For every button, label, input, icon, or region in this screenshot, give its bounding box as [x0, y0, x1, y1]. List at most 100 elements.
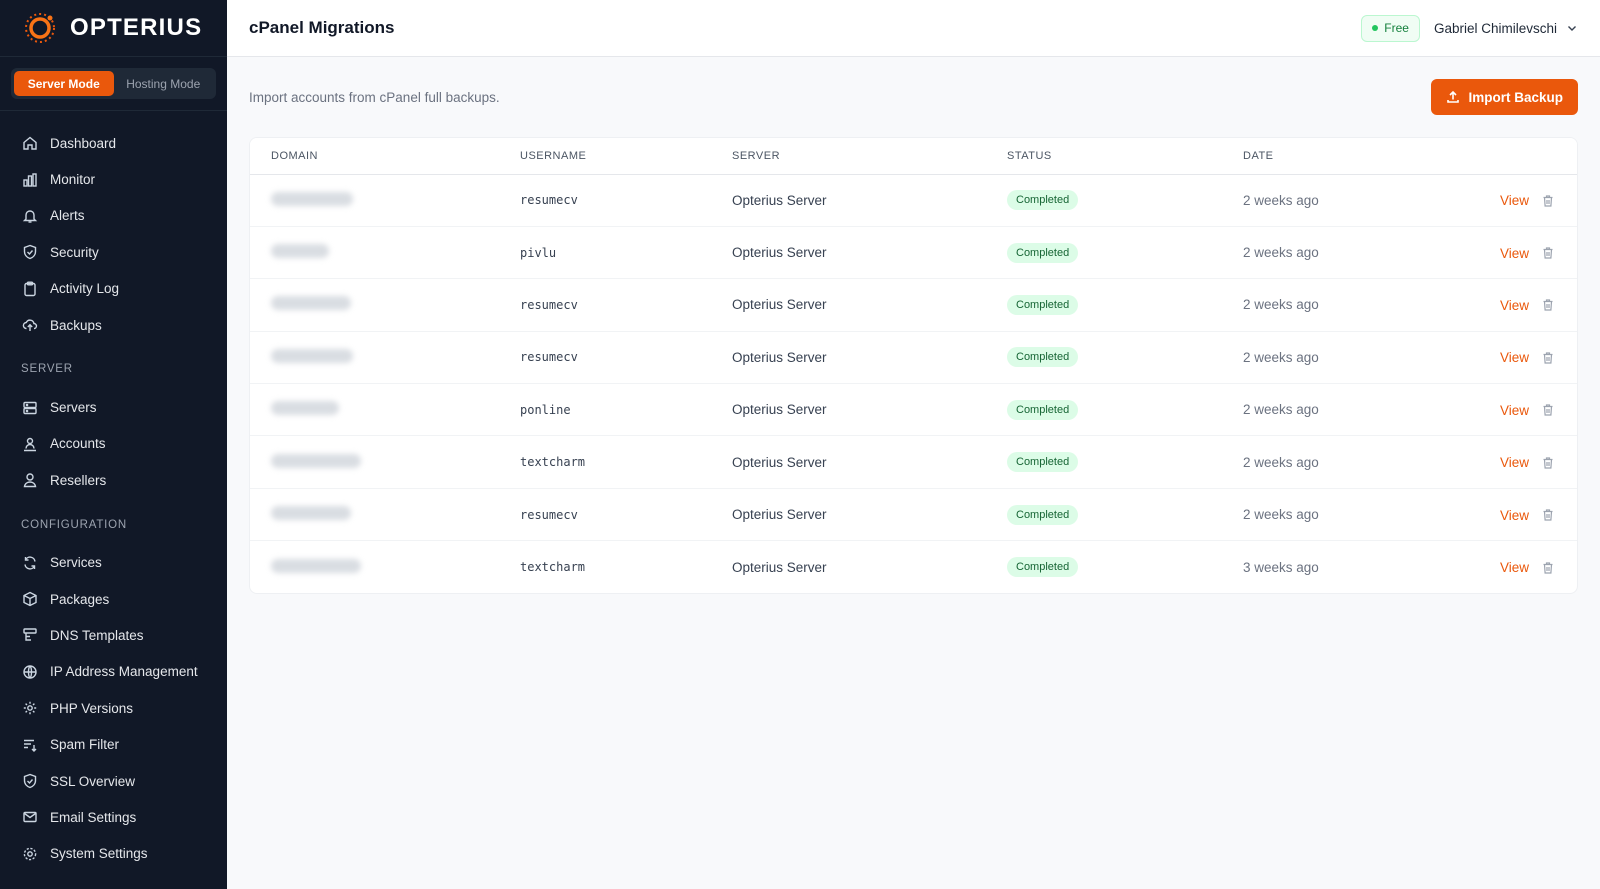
username-cell: resumecv — [520, 278, 732, 332]
sidebar-item-packages[interactable]: Packages — [0, 581, 227, 617]
sidebar-item-servers[interactable]: Servers — [0, 389, 227, 425]
settings-icon — [22, 846, 38, 862]
status-badge: Completed — [1007, 452, 1079, 473]
server-cell: Opterius Server — [732, 488, 1007, 542]
sidebar: OPTERIUS Server Mode Hosting Mode Dashbo… — [0, 0, 227, 889]
accounts-icon — [22, 436, 38, 452]
sidebar-item-php-versions[interactable]: PHP Versions — [0, 690, 227, 726]
shield-icon — [22, 244, 38, 260]
redacted-domain — [271, 453, 361, 468]
upload-icon — [1447, 90, 1460, 103]
user-menu[interactable]: Gabriel Chimilevschi — [1434, 21, 1578, 36]
username-cell: pivlu — [520, 226, 732, 280]
trash-icon[interactable] — [1541, 508, 1555, 522]
status-badge: Completed — [1007, 557, 1079, 578]
hosting-mode-button[interactable]: Hosting Mode — [114, 71, 214, 96]
trash-icon[interactable] — [1541, 246, 1555, 260]
sidebar-item-monitor[interactable]: Monitor — [0, 161, 227, 197]
date-cell: 2 weeks ago — [1243, 331, 1453, 385]
view-link[interactable]: View — [1500, 403, 1529, 418]
trash-icon[interactable] — [1541, 561, 1555, 575]
sidebar-item-label: Servers — [50, 400, 97, 416]
redacted-domain — [271, 348, 353, 363]
refresh-icon — [22, 555, 38, 571]
sidebar-item-resellers[interactable]: Resellers — [0, 462, 227, 498]
logo-text: OPTERIUS — [70, 14, 203, 41]
view-link[interactable]: View — [1500, 298, 1529, 313]
redacted-domain — [271, 296, 351, 311]
date-cell: 2 weeks ago — [1243, 278, 1453, 332]
sidebar-item-spam-filter[interactable]: Spam Filter — [0, 726, 227, 762]
sidebar-item-backups[interactable]: Backups — [0, 307, 227, 343]
sidebar-nav: Dashboard Monitor Alerts Security Activi… — [0, 111, 227, 872]
view-link[interactable]: View — [1500, 560, 1529, 575]
date-cell: 2 weeks ago — [1243, 174, 1453, 227]
trash-icon[interactable] — [1541, 456, 1555, 470]
column-username: USERNAME — [520, 138, 732, 175]
trash-icon[interactable] — [1541, 351, 1555, 365]
table-row: resumecv Opterius Server Completed 2 wee… — [250, 174, 1577, 227]
date-cell: 2 weeks ago — [1243, 383, 1453, 437]
migrations-table: DOMAIN USERNAME SERVER STATUS DATE resum… — [249, 137, 1578, 595]
view-link[interactable]: View — [1500, 508, 1529, 523]
table-header-row: DOMAIN USERNAME SERVER STATUS DATE — [250, 138, 1577, 175]
gear-icon — [22, 700, 38, 716]
redacted-domain — [271, 244, 329, 259]
date-cell: 3 weeks ago — [1243, 559, 1319, 575]
view-link[interactable]: View — [1500, 455, 1529, 470]
date-cell: 2 weeks ago — [1243, 435, 1453, 489]
redacted-domain — [271, 401, 339, 416]
view-link[interactable]: View — [1500, 350, 1529, 365]
sidebar-item-label: System Settings — [50, 846, 148, 862]
page-title: cPanel Migrations — [249, 18, 395, 37]
status-badge: Completed — [1007, 294, 1079, 315]
username-cell: resumecv — [520, 488, 732, 542]
mail-icon — [22, 809, 38, 825]
sidebar-item-label: SSL Overview — [50, 773, 136, 789]
table-row: resumecv Opterius Server Completed 2 wee… — [250, 488, 1577, 542]
sidebar-item-activity-log[interactable]: Activity Log — [0, 271, 227, 307]
sidebar-item-label: Resellers — [50, 472, 107, 488]
import-backup-button[interactable]: Import Backup — [1431, 79, 1578, 115]
top-header: cPanel Migrations Free Gabriel Chimilevs… — [227, 0, 1600, 57]
status-badge: Completed — [1007, 190, 1079, 211]
sidebar-item-label: Packages — [50, 591, 110, 607]
sidebar-item-accounts[interactable]: Accounts — [0, 426, 227, 462]
sidebar-item-ssl-overview[interactable]: SSL Overview — [0, 763, 227, 799]
username-cell: resumecv — [520, 331, 732, 385]
sidebar-item-dashboard[interactable]: Dashboard — [0, 125, 227, 161]
username-cell: ponline — [520, 383, 732, 437]
sidebar-item-label: Email Settings — [50, 809, 137, 825]
sidebar-item-email-settings[interactable]: Email Settings — [0, 799, 227, 835]
table-row: ponline Opterius Server Completed 2 week… — [250, 383, 1577, 437]
view-link[interactable]: View — [1500, 193, 1529, 208]
sidebar-item-dns-templates[interactable]: DNS Templates — [0, 617, 227, 653]
sidebar-item-label: Services — [50, 555, 102, 571]
sidebar-item-label: Security — [50, 244, 99, 260]
main-content: Import accounts from cPanel full backups… — [227, 57, 1600, 889]
logo[interactable]: OPTERIUS — [0, 0, 227, 57]
status-badge: Completed — [1007, 399, 1079, 420]
status-dot — [1372, 25, 1379, 31]
sidebar-item-ip-address-management[interactable]: IP Address Management — [0, 654, 227, 690]
filter-icon — [22, 737, 38, 753]
trash-icon[interactable] — [1541, 298, 1555, 312]
sidebar-item-label: Alerts — [50, 208, 85, 224]
sidebar-item-alerts[interactable]: Alerts — [0, 198, 227, 234]
sidebar-item-system-settings[interactable]: System Settings — [0, 836, 227, 872]
trash-icon[interactable] — [1541, 194, 1555, 208]
view-link[interactable]: View — [1500, 246, 1529, 261]
server-cell: Opterius Server — [732, 559, 827, 575]
server-mode-button[interactable]: Server Mode — [14, 71, 114, 96]
server-cell: Opterius Server — [732, 226, 1007, 280]
username-cell: resumecv — [520, 174, 732, 227]
column-actions — [1453, 138, 1577, 175]
user-name: Gabriel Chimilevschi — [1433, 20, 1557, 36]
plan-badge: Free — [1361, 14, 1420, 42]
sidebar-item-services[interactable]: Services — [0, 545, 227, 581]
sidebar-item-security[interactable]: Security — [0, 234, 227, 270]
bar-chart-icon — [22, 172, 38, 188]
trash-icon[interactable] — [1541, 403, 1555, 417]
home-icon — [22, 135, 38, 151]
chevron-down-icon — [1568, 26, 1576, 31]
